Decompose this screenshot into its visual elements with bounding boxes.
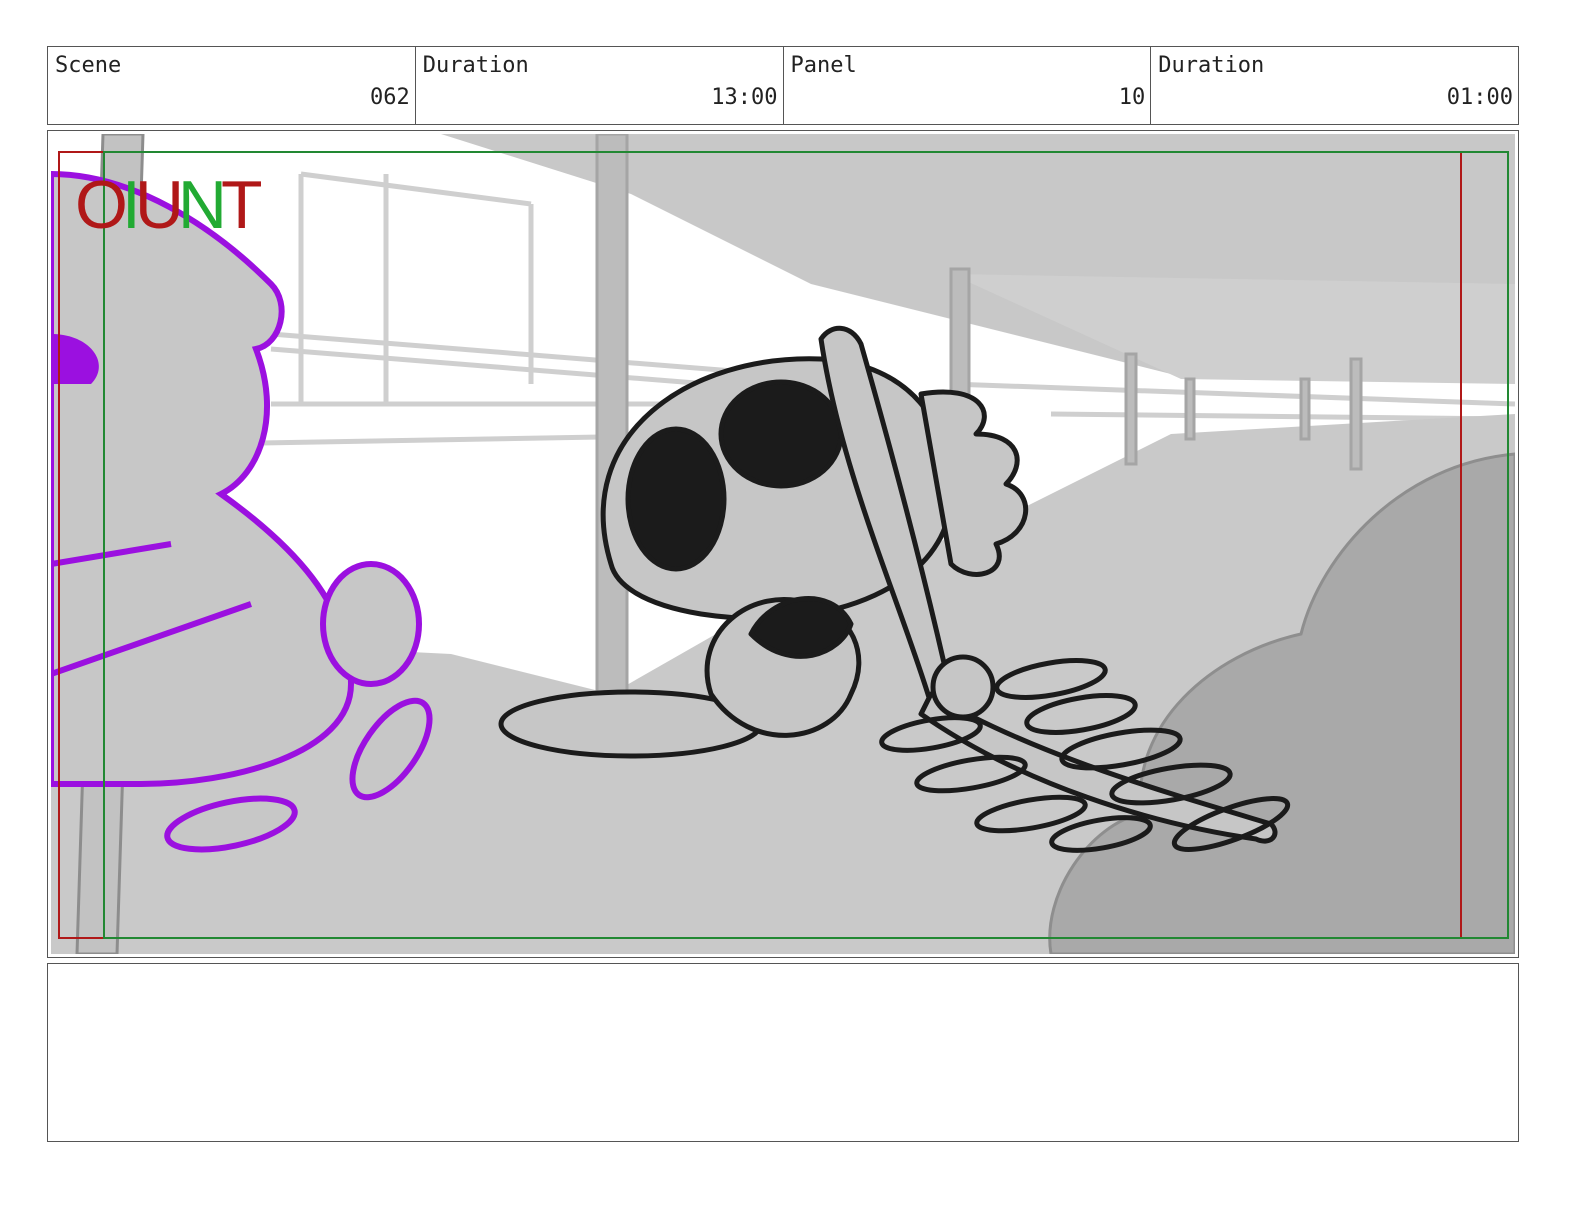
scene-duration-value: 13:00	[711, 85, 778, 110]
panel-notes	[47, 963, 1519, 1142]
panel-number: 10	[1118, 85, 1146, 110]
marker-letter-o: O	[75, 167, 128, 243]
panel-duration-cell: Duration 01:00	[1151, 47, 1518, 124]
scene-label: Scene	[55, 53, 122, 78]
scene-number: 062	[370, 85, 410, 110]
storyboard-drawing	[51, 134, 1515, 954]
panel-label: Panel	[790, 53, 857, 78]
storyboard-frame: OIUNT	[47, 130, 1519, 958]
marker-letter-i: I	[121, 167, 141, 243]
panel-duration-value: 01:00	[1446, 85, 1513, 110]
scene-duration-cell: Duration 13:00	[416, 47, 784, 124]
scene-cell: Scene 062	[48, 47, 416, 124]
panel-cell: Panel 10	[784, 47, 1152, 124]
scene-duration-label: Duration	[422, 53, 529, 78]
marker-letter-t: T	[221, 167, 262, 243]
marker-letter-n: N	[177, 167, 227, 243]
safe-area-marker: OIUNT	[75, 171, 263, 239]
panel-info-bar: Scene 062 Duration 13:00 Panel 10 Durati…	[47, 46, 1519, 125]
panel-duration-label: Duration	[1158, 53, 1265, 78]
marker-letter-u: U	[134, 167, 184, 243]
